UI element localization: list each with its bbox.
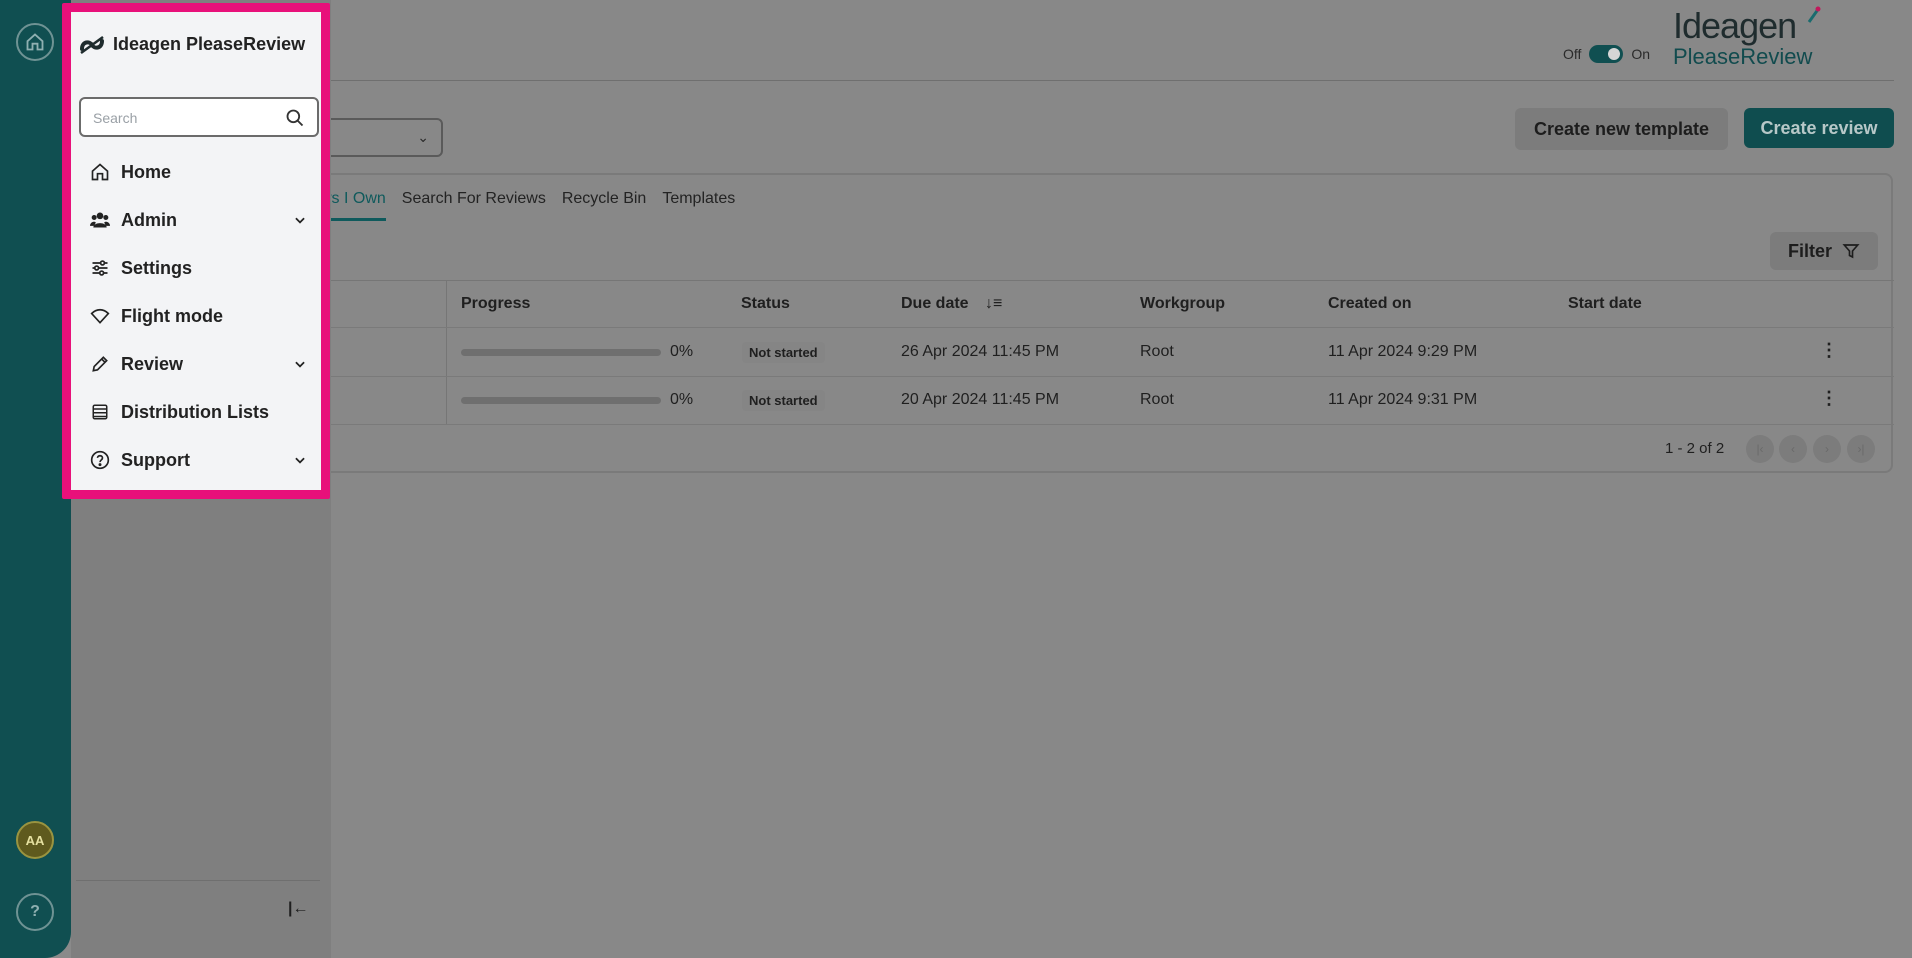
collapse-menu-icon[interactable]: |← [288, 900, 308, 918]
first-page-icon[interactable]: |‹ [1746, 435, 1774, 463]
menu-item-label: Distribution Lists [121, 401, 269, 422]
toggle-on-label: On [1631, 46, 1651, 62]
due-date-cell: 20 Apr 2024 11:45 PM [901, 391, 1060, 408]
header-divider [330, 80, 1894, 81]
row-divider [250, 424, 1894, 425]
home-icon[interactable] [16, 23, 54, 61]
menu-item-admin[interactable]: Admin [71, 196, 321, 244]
menu-item-distribution-lists[interactable]: Distribution Lists [71, 388, 321, 436]
drawer-divider [76, 880, 320, 881]
menu-item-flight-mode[interactable]: Flight mode [71, 292, 321, 340]
row-divider [250, 327, 1894, 328]
toggle-switch[interactable] [1589, 45, 1624, 63]
prev-page-icon[interactable]: ‹ [1779, 435, 1807, 463]
search-icon[interactable] [285, 108, 305, 128]
create-review-button[interactable]: Create review [1744, 108, 1894, 148]
pleasereview-logo-icon [80, 35, 104, 54]
chevron-down-icon: ⌄ [417, 129, 429, 145]
search-placeholder: Search [93, 110, 138, 126]
menu-search-input[interactable]: Search [79, 97, 319, 137]
menu-item-label: Flight mode [121, 305, 223, 326]
pagination-info: 1 - 2 of 2 [1665, 440, 1725, 457]
more-options-icon[interactable]: ⋮ [1820, 340, 1838, 361]
created-on-cell: 11 Apr 2024 9:29 PM [1328, 343, 1478, 360]
menu-item-label: Home [121, 161, 172, 182]
menu-item-support[interactable]: Support [71, 436, 321, 484]
app-rail: AA ? [0, 0, 71, 958]
next-page-icon[interactable]: › [1813, 435, 1841, 463]
column-header-status: Status [741, 295, 790, 312]
menu-item-label: Settings [121, 257, 193, 278]
filter-label: Filter [1787, 240, 1832, 261]
status-badge: Not started [742, 342, 825, 363]
chevron-down-icon [295, 217, 305, 224]
brand-top-text: Ideagen [1673, 5, 1797, 46]
users-icon [89, 209, 111, 231]
status-badge: Not started [742, 390, 825, 411]
filter-button[interactable]: Filter [1770, 232, 1878, 270]
tab-templates[interactable]: Templates [662, 190, 735, 221]
chevron-down-icon [295, 361, 305, 368]
help-circle-icon [89, 449, 111, 471]
brand-mark-icon [1807, 6, 1821, 23]
create-template-button[interactable]: Create new template [1515, 108, 1728, 150]
column-header-start-date: Start date [1568, 295, 1642, 312]
column-header-progress: Progress [461, 295, 531, 312]
tab-recycle-bin[interactable]: Recycle Bin [562, 190, 646, 221]
sliders-icon [89, 257, 111, 279]
avatar[interactable]: AA [16, 821, 54, 859]
review-tabs: ws I Own Search For Reviews Recycle Bin … [320, 190, 735, 221]
tab-search-for-reviews[interactable]: Search For Reviews [402, 190, 546, 221]
row-divider [250, 376, 1894, 377]
menu-item-label: Review [121, 353, 184, 374]
progress-value: 0% [670, 343, 694, 360]
home-icon [89, 161, 111, 183]
more-options-icon[interactable]: ⋮ [1820, 388, 1838, 409]
last-page-icon[interactable]: ›| [1847, 435, 1875, 463]
menu-brand: Ideagen PleaseReview [79, 34, 305, 55]
navigation-menu: Ideagen PleaseReview Search Home Admin S… [62, 3, 330, 499]
menu-item-label: Admin [121, 209, 177, 230]
menu-item-home[interactable]: Home [71, 148, 321, 196]
menu-item-settings[interactable]: Settings [71, 244, 321, 292]
menu-item-label: Support [121, 449, 190, 470]
table-header-divider [250, 280, 1894, 281]
list-icon [89, 401, 111, 423]
filter-icon [1842, 244, 1860, 259]
wifi-icon [89, 305, 111, 327]
column-header-created-on: Created on [1328, 295, 1412, 312]
workgroup-cell: Root [1140, 391, 1174, 408]
brand-logo: Ideagen PleaseReview [1673, 5, 1823, 69]
created-on-cell: 11 Apr 2024 9:31 PM [1328, 391, 1478, 408]
column-divider [446, 280, 447, 425]
pencil-icon [89, 353, 111, 375]
menu-nav-list: Home Admin Settings Flight mode Review D… [71, 148, 321, 484]
brand-bottom-text: PleaseReview [1673, 44, 1813, 69]
column-header-due-date[interactable]: Due date ↓≡ [901, 295, 1002, 313]
toggle-off-label: Off [1563, 46, 1582, 62]
column-header-workgroup: Workgroup [1140, 295, 1226, 312]
menu-item-review[interactable]: Review [71, 340, 321, 388]
sort-icon[interactable]: ↓≡ [985, 295, 1002, 312]
progress-bar [461, 349, 661, 356]
column-header-due-date-label: Due date [901, 295, 969, 312]
workgroup-cell: Root [1140, 343, 1174, 360]
help-icon[interactable]: ? [16, 893, 54, 931]
progress-value: 0% [670, 391, 694, 408]
due-date-cell: 26 Apr 2024 11:45 PM [901, 343, 1060, 360]
progress-bar [461, 397, 661, 404]
menu-brand-name: Ideagen PleaseReview [113, 34, 306, 54]
chevron-down-icon [295, 457, 305, 464]
flight-mode-toggle[interactable]: Off On [1563, 45, 1650, 63]
